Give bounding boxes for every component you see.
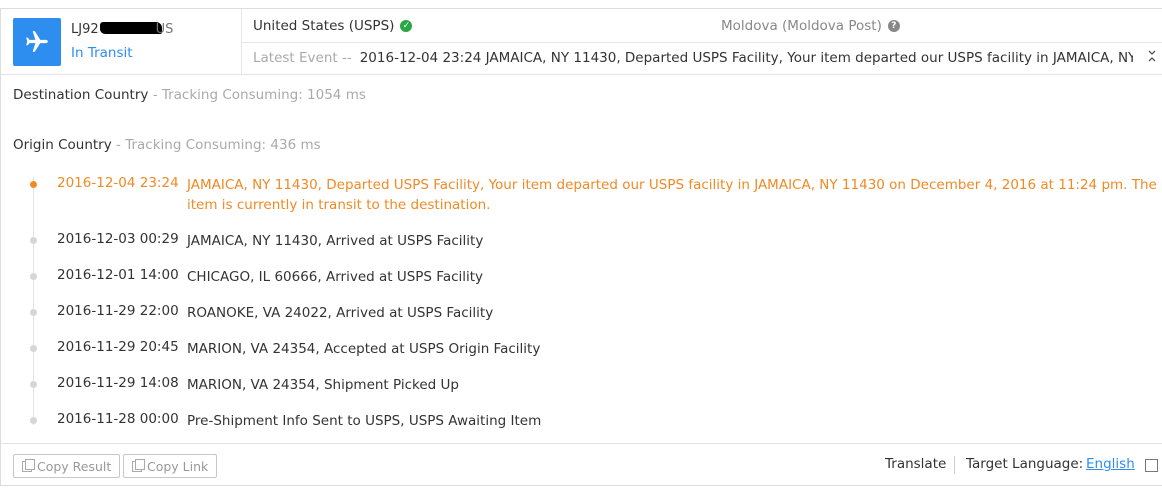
event-time: 2016-11-28 00:00: [57, 411, 179, 427]
event-time: 2016-11-29 20:45: [57, 339, 179, 355]
question-circle-icon[interactable]: ?: [887, 20, 900, 32]
event-description: CHICAGO, IL 60666, Arrived at USPS Facil…: [187, 269, 484, 285]
timeline-dot: [30, 417, 37, 424]
origin-carrier-label: United States (USPS): [253, 18, 395, 34]
tracking-result-card: LJ92 US In Transit United States (USPS) ✓…: [0, 8, 1162, 486]
header-divider-horizontal: [242, 42, 1162, 43]
event-description: ROANOKE, VA 24022, Arrived at USPS Facil…: [187, 305, 494, 321]
event-time: 2016-11-29 22:00: [57, 303, 179, 319]
copy-icon: [132, 458, 145, 472]
event-time: 2016-12-03 00:29: [57, 231, 179, 247]
destination-carrier[interactable]: Moldova (Moldova Post) ?: [721, 18, 900, 34]
redaction-mark: [99, 22, 162, 34]
latest-event: Latest Event -- 2016-12-04 23:24 JAMAICA,…: [253, 50, 1133, 66]
destination-carrier-label: Moldova (Moldova Post): [721, 18, 882, 34]
copy-result-button[interactable]: Copy Result: [13, 454, 121, 478]
copy-link-button[interactable]: Copy Link: [123, 454, 218, 478]
origin-country-label: Origin Country: [13, 137, 112, 153]
origin-tracking-time: - Tracking Consuming: 436 ms: [116, 137, 321, 153]
footer-separator: [954, 456, 955, 474]
tracking-number[interactable]: LJ92 US: [71, 22, 173, 37]
timeline-dot: [30, 381, 37, 388]
copy-icon: [22, 458, 35, 472]
event-time: 2016-11-29 14:08: [57, 375, 179, 391]
event-description: Pre-Shipment Info Sent to USPS, USPS Awa…: [187, 413, 542, 429]
tracking-header: LJ92 US In Transit United States (USPS) ✓…: [1, 9, 1162, 75]
event-time: 2016-12-04 23:24: [57, 175, 179, 191]
origin-carrier[interactable]: United States (USPS) ✓: [253, 18, 413, 34]
copy-result-label: Copy Result: [37, 458, 112, 474]
event-description: JAMAICA, NY 11430, Arrived at USPS Facil…: [187, 233, 484, 249]
origin-section-title: Origin Country - Tracking Consuming: 436…: [13, 137, 321, 153]
destination-section-title: Destination Country - Tracking Consuming…: [13, 87, 366, 103]
target-language-label: Target Language:: [966, 456, 1084, 472]
check-circle-icon: ✓: [400, 20, 413, 32]
tracking-number-prefix: LJ92: [71, 22, 99, 37]
timeline-dot: [30, 273, 37, 280]
event-description: JAMAICA, NY 11430, Departed USPS Facilit…: [187, 177, 1157, 213]
latest-event-text: 2016-12-04 23:24 JAMAICA, NY 11430, Depa…: [359, 50, 1133, 66]
destination-country-label: Destination Country: [13, 87, 149, 103]
expand-icon[interactable]: [1147, 50, 1157, 65]
translate-button[interactable]: Translate: [885, 456, 946, 472]
timeline-dot: [30, 345, 37, 352]
destination-tracking-time: - Tracking Consuming: 1054 ms: [152, 87, 366, 103]
translate-checkbox[interactable]: [1145, 459, 1158, 472]
event-description: MARION, VA 24354, Accepted at USPS Origi…: [187, 341, 541, 357]
event-description: MARION, VA 24354, Shipment Picked Up: [187, 377, 459, 393]
status-badge: In Transit: [71, 45, 133, 61]
copy-link-label: Copy Link: [147, 458, 209, 474]
event-time: 2016-12-01 14:00: [57, 267, 179, 283]
timeline-dot: [30, 181, 37, 188]
result-footer: Copy Result Copy Link Translate Target L…: [1, 443, 1162, 487]
target-language-link[interactable]: English: [1086, 456, 1135, 472]
timeline-dot: [30, 309, 37, 316]
airplane-icon: [13, 18, 61, 66]
latest-event-label: Latest Event --: [253, 50, 352, 66]
tracking-number-suffix: US: [155, 22, 174, 37]
timeline-dot: [30, 237, 37, 244]
